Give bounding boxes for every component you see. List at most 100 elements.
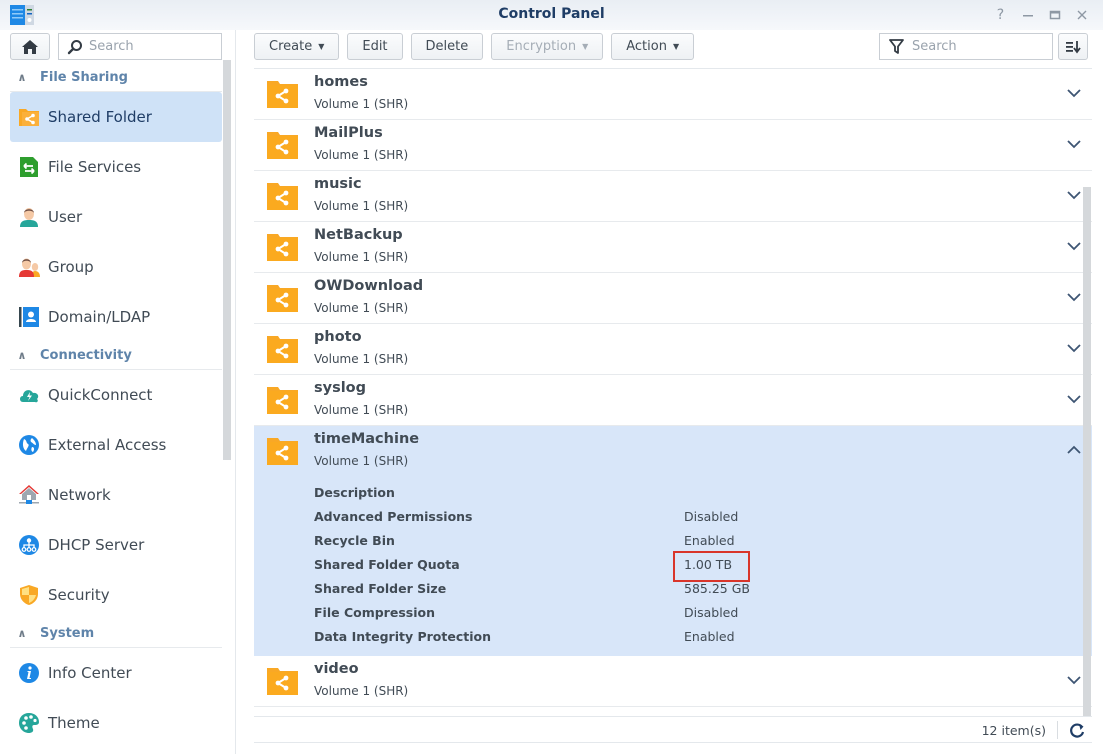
list-scrollbar[interactable] xyxy=(1083,187,1091,717)
edit-button[interactable]: Edit xyxy=(347,33,403,60)
sidebar-item-label: QuickConnect xyxy=(48,386,153,404)
action-button[interactable]: Action ▼ xyxy=(611,33,695,60)
delete-button[interactable]: Delete xyxy=(410,33,484,60)
section-header-connectivity[interactable]: ∧ Connectivity xyxy=(10,342,222,370)
chevron-down-icon[interactable] xyxy=(1066,187,1082,203)
chevron-up-icon[interactable] xyxy=(1066,442,1082,458)
chevron-down-icon[interactable] xyxy=(1066,391,1082,407)
folder-name: NetBackup xyxy=(314,227,403,243)
folder-volume: Volume 1 (SHR) xyxy=(314,250,409,264)
sort-button[interactable] xyxy=(1058,33,1088,60)
sidebar-item-theme[interactable]: Theme xyxy=(10,698,222,748)
action-label: Action xyxy=(626,39,667,54)
sidebar-item-group[interactable]: Group xyxy=(10,242,222,292)
folder-volume: Volume 1 (SHR) xyxy=(314,148,409,162)
sidebar-search-input[interactable] xyxy=(89,39,209,54)
folder-name: OWDownload xyxy=(314,278,424,294)
detail-label: Data Integrity Protection xyxy=(314,628,491,644)
sidebar-item-quickconnect[interactable]: QuickConnect xyxy=(10,370,222,420)
sidebar-item-label: Info Center xyxy=(48,664,132,682)
detail-row: Shared Folder Quota 1.00 TB xyxy=(314,550,1074,582)
sidebar-item-label: Network xyxy=(48,486,111,504)
folder-row[interactable]: photo Volume 1 (SHR) xyxy=(254,324,1092,375)
chevron-up-icon: ∧ xyxy=(17,349,27,362)
maximize-icon[interactable] xyxy=(1041,4,1068,26)
home-button[interactable] xyxy=(10,33,50,60)
create-button[interactable]: Create ▼ xyxy=(254,33,340,60)
group-icon xyxy=(19,258,40,277)
delete-label: Delete xyxy=(425,39,469,54)
folder-row[interactable]: music Volume 1 (SHR) xyxy=(254,171,1092,222)
filter-search-input[interactable] xyxy=(912,39,1042,54)
chevron-down-icon[interactable] xyxy=(1066,85,1082,101)
detail-value: Enabled xyxy=(684,628,735,644)
folder-volume: Volume 1 (SHR) xyxy=(314,684,409,698)
close-icon[interactable] xyxy=(1068,4,1095,26)
folder-name: timeMachine xyxy=(314,431,420,447)
sidebar-item-label: Theme xyxy=(48,714,100,732)
folder-row[interactable]: homes Volume 1 (SHR) xyxy=(254,69,1092,120)
folder-row[interactable]: MailPlus Volume 1 (SHR) xyxy=(254,120,1092,171)
detail-label: File Compression xyxy=(314,604,435,620)
filter-search[interactable] xyxy=(879,33,1053,60)
sidebar-item-user[interactable]: User xyxy=(10,192,222,242)
sidebar-search[interactable] xyxy=(58,33,222,60)
help-icon[interactable]: ? xyxy=(987,4,1014,26)
network-icon xyxy=(19,485,39,504)
refresh-icon[interactable] xyxy=(1068,722,1086,740)
section-header-file-sharing[interactable]: ∧ File Sharing xyxy=(10,64,222,92)
folder-volume: Volume 1 (SHR) xyxy=(314,403,409,417)
chevron-down-icon[interactable] xyxy=(1066,238,1082,254)
folder-row[interactable]: NetBackup Volume 1 (SHR) xyxy=(254,222,1092,273)
sidebar-item-security[interactable]: Security xyxy=(10,570,222,620)
shared-folder-icon xyxy=(267,438,298,465)
section-title: Connectivity xyxy=(40,348,132,363)
sidebar-item-info-center[interactable]: Info Center xyxy=(10,648,222,698)
sidebar-scrollbar[interactable] xyxy=(223,60,231,460)
folder-row[interactable]: syslog Volume 1 (SHR) xyxy=(254,375,1092,426)
detail-label: Shared Folder Size xyxy=(314,580,447,596)
sidebar-item-shared-folder[interactable]: Shared Folder xyxy=(10,92,222,142)
sidebar-item-dhcp-server[interactable]: DHCP Server xyxy=(10,520,222,570)
detail-label: Shared Folder Quota xyxy=(314,556,460,572)
sidebar-item-domain-ldap[interactable]: Domain/LDAP xyxy=(10,292,222,342)
status-bar: 12 item(s) xyxy=(254,716,1092,743)
external-access-icon xyxy=(19,435,39,455)
sidebar: ∧ File Sharing Shared Folder File Servic… xyxy=(0,30,236,754)
sidebar-item-external-access[interactable]: External Access xyxy=(10,420,222,470)
section-title: System xyxy=(40,626,95,641)
shared-folder-icon xyxy=(267,81,298,108)
folder-row[interactable]: video Volume 1 (SHR) xyxy=(254,656,1092,707)
divider xyxy=(1057,721,1058,739)
folder-row[interactable]: timeMachine Volume 1 (SHR) Description Adva… xyxy=(254,426,1092,656)
folder-name: photo xyxy=(314,329,362,345)
detail-row: Shared Folder Size 585.25 GB xyxy=(314,576,1074,600)
chevron-down-icon[interactable] xyxy=(1066,340,1082,356)
shared-folder-icon xyxy=(267,234,298,261)
detail-value: 1.00 TB xyxy=(672,550,751,582)
detail-value: 585.25 GB xyxy=(684,580,750,596)
theme-icon xyxy=(19,713,39,733)
section-header-system[interactable]: ∧ System xyxy=(10,620,222,648)
window-title: Control Panel xyxy=(498,6,605,22)
caret-down-icon: ▼ xyxy=(672,42,680,51)
filter-icon xyxy=(889,39,904,54)
chevron-down-icon[interactable] xyxy=(1066,672,1082,688)
detail-row: File Compression Disabled xyxy=(314,600,1074,624)
folder-name: MailPlus xyxy=(314,125,383,141)
shared-folder-icon xyxy=(267,387,298,414)
security-icon xyxy=(20,585,38,605)
sidebar-item-network[interactable]: Network xyxy=(10,470,222,520)
sidebar-item-file-services[interactable]: File Services xyxy=(10,142,222,192)
chevron-down-icon[interactable] xyxy=(1066,289,1082,305)
toolbar: Create ▼ Edit Delete Encryption ▼ Action ▼ xyxy=(254,33,695,60)
domain-ldap-icon xyxy=(19,307,39,327)
chevron-down-icon[interactable] xyxy=(1066,136,1082,152)
minimize-icon[interactable] xyxy=(1014,4,1041,26)
encryption-button[interactable]: Encryption ▼ xyxy=(491,33,604,60)
detail-label: Advanced Permissions xyxy=(314,508,473,524)
folder-volume: Volume 1 (SHR) xyxy=(314,352,409,366)
folder-row[interactable]: OWDownload Volume 1 (SHR) xyxy=(254,273,1092,324)
file-services-icon xyxy=(20,157,38,177)
caret-down-icon: ▼ xyxy=(582,42,589,51)
